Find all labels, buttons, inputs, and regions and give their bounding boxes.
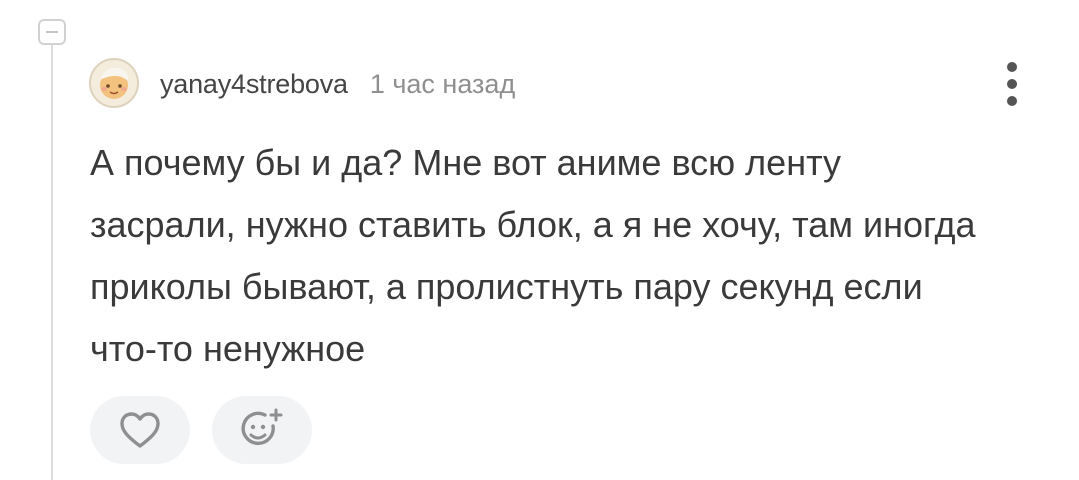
collapse-thread-button[interactable] xyxy=(38,19,66,45)
dot xyxy=(1007,79,1017,89)
comment-header: yanay4strebova 1 час назад xyxy=(160,64,515,104)
thread-line[interactable] xyxy=(51,45,53,480)
dot xyxy=(1007,62,1017,72)
more-options-button[interactable] xyxy=(1000,62,1024,106)
heart-icon xyxy=(118,410,162,450)
comment-body: А почему бы и да? Мне вот аниме всю лент… xyxy=(90,142,976,369)
add-reaction-icon xyxy=(236,405,288,455)
add-reaction-button[interactable] xyxy=(212,396,312,464)
username-link[interactable]: yanay4strebova xyxy=(160,69,348,100)
like-button[interactable] xyxy=(90,396,190,464)
avatar[interactable] xyxy=(89,58,139,108)
comment-timestamp: 1 час назад xyxy=(369,68,516,99)
dot xyxy=(1007,96,1017,106)
